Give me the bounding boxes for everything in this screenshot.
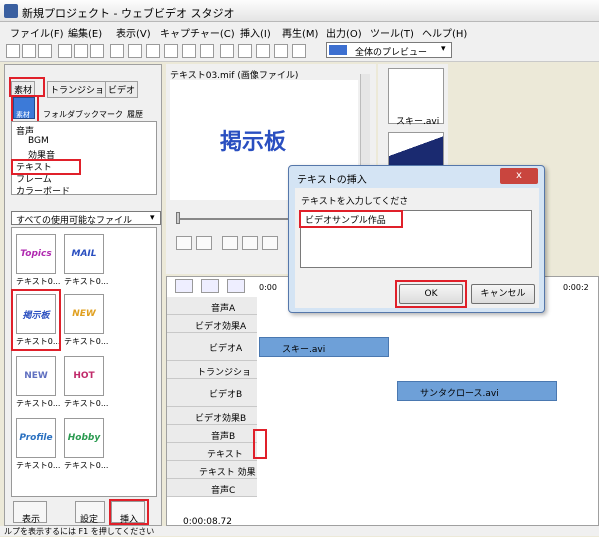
fit-icon[interactable] [201,279,219,293]
zoom-in-icon[interactable] [175,279,193,293]
track-audio-c: 音声C [167,479,257,497]
highlight-text-track [253,429,267,459]
timeline: 0:00 0:00:2 音声A ビデオ効果A ビデオA トランジション ビデオB… [166,276,599,527]
close-icon[interactable]: x [500,168,538,184]
zoom-out-icon[interactable] [227,279,245,293]
menu-capture[interactable]: キャプチャー(C) [160,25,235,40]
highlight-input [299,210,403,228]
left-panel: 素材 トランジション ビデオ 素材 フォルダ ブックマーク 履歴 音声 BGM … [4,64,162,526]
seek-handle[interactable] [176,212,180,224]
track-video-effect-a: ビデオ効果A [167,315,257,333]
menu-tools[interactable]: ツール(T) [370,25,414,40]
track-audio-b: 音声B [167,425,257,443]
status-bar: ルプを表示するには F1 を押してください [0,526,599,536]
toolbar: 全体のプレビュー ▾ [0,40,599,62]
thumb-mail[interactable]: MAIL [64,234,104,274]
subtab-bookmark[interactable]: ブックマーク [75,109,123,120]
track-text: テキスト [167,443,257,461]
menu-view[interactable]: 表示(V) [116,25,151,40]
thumb-new-color[interactable]: NEW [64,294,104,334]
thumbnail-list: Topics テキスト0... MAIL テキスト0... 掲示板 テキスト0.… [11,227,157,497]
thumb-hot[interactable]: HOT [64,356,104,396]
title-bar: 新規プロジェクト - ウェブビデオ スタジオ [0,0,599,22]
audio-icon[interactable] [164,44,178,58]
output-icon[interactable] [238,44,252,58]
new-icon[interactable] [6,44,20,58]
clip-ski[interactable]: スキー.avi [259,337,389,357]
insert-text-dialog: テキストの挿入 x テキストを入力してくださ ビデオサンプル作品 OK キャンセ… [288,165,545,313]
web-icon[interactable] [274,44,288,58]
preview-icon [329,45,347,55]
step-icon[interactable] [262,236,278,250]
thumb-new[interactable]: NEW [16,356,56,396]
render-icon[interactable] [220,44,234,58]
open-icon[interactable] [22,44,36,58]
track-video-effect-b: ビデオ効果B [167,407,257,425]
tree-item-colorboard[interactable]: カラーボード [16,184,70,197]
thumb-topics[interactable]: Topics [16,234,56,274]
ruler-end: 0:00:2 [563,283,589,292]
menu-file[interactable]: ファイル(F) [10,25,64,40]
track-transition: トランジション [167,361,257,391]
status-text: ルプを表示するには F1 を押してください [4,527,155,536]
highlight-tab [9,77,45,97]
image-icon[interactable] [182,44,196,58]
highlight-ok [395,280,467,308]
save-icon[interactable] [38,44,52,58]
skip-back-icon[interactable] [222,236,238,250]
category-tree: 音声 BGM 効果音 テキスト フレーム カラーボード [11,121,157,197]
thumb-hobby[interactable]: Hobby [64,418,104,458]
ruler-start: 0:00 [259,283,277,292]
track-video-b: ビデオB [167,379,257,407]
cut-icon[interactable] [58,44,72,58]
preview-art: 掲示板 [220,130,287,155]
chevron-down-icon: ▾ [441,44,446,54]
preview-select[interactable]: 全体のプレビュー ▾ [326,42,452,58]
thumb-profile[interactable]: Profile [16,418,56,458]
clip-santa[interactable]: サンタクロース.avi [397,381,557,401]
file-filter-select[interactable]: すべての使用可能なファイル ▾ [11,211,161,226]
tool-icon[interactable] [110,44,124,58]
subtab-folder[interactable]: フォルダ [43,109,75,120]
menu-edit[interactable]: 編集(E) [68,25,102,40]
tab-video[interactable]: ビデオ [105,81,139,98]
preview-seek-track[interactable] [176,218,294,220]
menu-help[interactable]: ヘルプ(H) [422,25,467,40]
subtab-history[interactable]: 履歴 [127,109,143,120]
text-icon[interactable] [200,44,214,58]
window-title: 新規プロジェクト - ウェブビデオ スタジオ [22,7,235,20]
export-icon[interactable] [256,44,270,58]
settings-button[interactable]: 設定 [75,501,105,525]
dialog-prompt: テキストを入力してくださ [301,197,409,207]
tree-item-bgm[interactable]: BGM [28,136,49,146]
library-label-ski: スキー.avi [396,117,440,127]
menu-play[interactable]: 再生(M) [282,25,318,40]
track-video-a: ビデオA [167,333,257,361]
track-text-effect: テキスト 効果 [167,461,257,479]
chevron-down-icon: ▾ [150,213,155,223]
menu-bar: ファイル(F) 編集(E) 表示(V) キャプチャー(C) 挿入(I) 再生(M… [0,22,599,40]
track-audio-a: 音声A [167,297,257,315]
highlight-subtab [11,95,39,123]
play-icon[interactable] [176,236,192,250]
copy-icon[interactable] [74,44,88,58]
rewind-icon[interactable] [242,236,258,250]
highlight-text-item [11,159,81,175]
capture-icon[interactable] [128,44,142,58]
highlight-thumb [11,289,61,351]
paste-icon[interactable] [90,44,104,58]
view-button[interactable]: 表示 [13,501,47,525]
cancel-button[interactable]: キャンセル [471,284,535,304]
dialog-title: テキストの挿入 [297,175,367,186]
effect-icon[interactable] [146,44,160,58]
app-icon [4,4,18,18]
menu-insert[interactable]: 挿入(I) [240,25,271,40]
upload-icon[interactable] [292,44,306,58]
stop-icon[interactable] [196,236,212,250]
menu-output[interactable]: 出力(O) [326,25,362,40]
highlight-insert [109,499,149,525]
